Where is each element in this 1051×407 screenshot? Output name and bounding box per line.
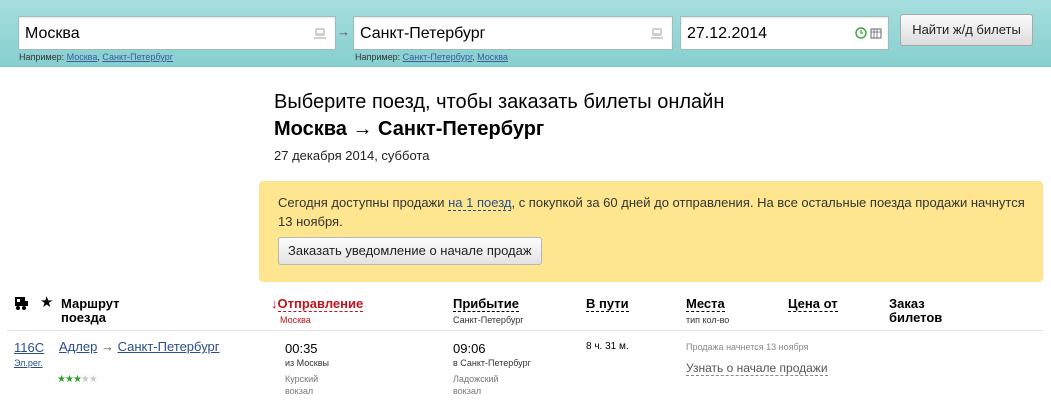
travel-date: 27 декабря 2014, суббота [274,148,430,163]
train-station-icon [312,26,328,43]
one-train-link[interactable]: на 1 поезд [448,195,512,211]
from-hint: Например: Москва, Санкт-Петербург [19,52,173,62]
rating-star-icon: ★ [80,374,90,385]
rating-star-icon: ★ [64,374,74,385]
arrival-station: Ладожский вокзал [453,374,499,396]
col-seats[interactable]: Места тип кол-во [686,296,729,327]
search-bar: Москва → Санкт-Петербург 27.12.2014 Найт… [0,0,1051,67]
sort-arrow-icon: ↓ [271,296,278,311]
date-field[interactable]: 27.12.2014 [680,16,889,50]
arrival-city: в Санкт-Петербург [453,358,531,368]
sales-notice: Сегодня доступны продажи на 1 поезд, с п… [259,181,1043,282]
col-route[interactable]: Маршрут поезда [61,297,151,325]
notice-text: Сегодня доступны продажи на 1 поезд, с п… [278,195,1025,229]
col-departure[interactable]: ↓Отправление Москва [271,296,364,327]
train-station-icon [649,26,665,43]
train-route[interactable]: Адлер → Санкт-Петербург [59,339,220,354]
departure-city: из Москвы [285,358,329,368]
from-field-value: Москва [25,25,80,42]
train-rating: ★★★★★ [57,374,98,385]
travel-duration: 8 ч. 31 м. [586,341,629,352]
page-title: Выберите поезд, чтобы заказать билеты он… [274,91,725,113]
arrival-time: 09:06 [453,341,486,356]
train-icon[interactable] [13,295,29,314]
hint-link-moscow[interactable]: Москва [477,52,508,62]
hint-link-spb[interactable]: Санкт-Петербург [102,52,173,62]
train-number[interactable]: 116С [14,340,44,355]
hint-link-moscow[interactable]: Москва [67,52,98,62]
to-hint: Например: Санкт-Петербург, Москва [355,52,508,62]
date-field-value: 27.12.2014 [687,25,768,42]
sale-start-info: Продажа начнется 13 ноября [686,342,809,352]
subscribe-notification-button[interactable]: Заказать уведомление о начале продаж [278,237,542,265]
table-divider [7,330,1043,331]
clock-icon [855,27,867,42]
rating-star-icon: ★ [88,374,98,385]
hint-label: Например: [19,52,65,62]
to-field[interactable]: Санкт-Петербург [353,16,673,50]
hint-label: Например: [355,52,401,62]
to-field-value: Санкт-Петербург [360,25,486,42]
from-field[interactable]: Москва [18,16,336,50]
col-arrival[interactable]: Прибытие Санкт-Петербург [453,296,524,327]
col-order: Заказ билетов [889,296,943,325]
train-type[interactable]: Эл.рег. [14,357,43,369]
sale-start-link[interactable]: Узнать о начале продажи [686,361,828,376]
col-price[interactable]: Цена от [788,296,838,312]
col-travel-time[interactable]: В пути [586,296,629,312]
find-tickets-button[interactable]: Найти ж/д билеты [900,14,1033,46]
hint-link-spb[interactable]: Санкт-Петербург [403,52,473,62]
rating-star-icon: ★ [72,374,82,385]
calendar-icon[interactable] [870,27,882,42]
route-title: Москва → Санкт-Петербург [274,118,545,140]
favorite-star-icon[interactable]: ★ [40,295,53,310]
departure-time: 00:35 [285,341,318,356]
direction-arrow: → [337,24,350,39]
departure-station: Курский вокзал [285,374,319,396]
rating-star-icon: ★ [57,374,66,385]
